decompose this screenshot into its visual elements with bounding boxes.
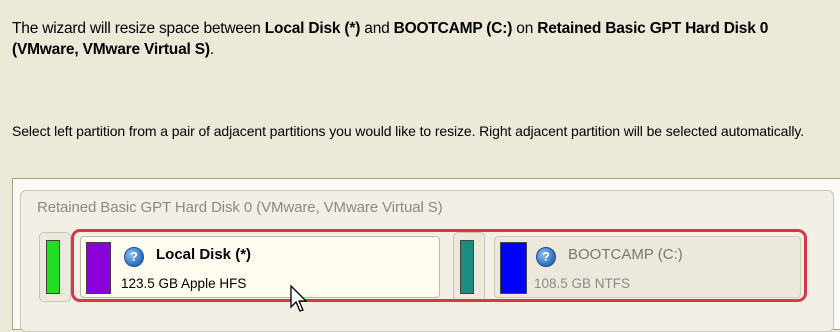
instruction-text: Select left partition from a pair of adj… — [12, 123, 805, 139]
wizard-intro-text: The wizard will resize space between Loc… — [12, 18, 827, 60]
left-partition-name: Local Disk (*) — [264, 20, 361, 37]
selected-pair-outline — [71, 229, 807, 302]
intro-prefix: The wizard will resize space between — [12, 20, 265, 37]
intro-and: and — [360, 20, 394, 37]
mouse-pointer-icon — [290, 284, 310, 320]
disk-group-title: Retained Basic GPT Hard Disk 0 (VMware, … — [37, 199, 443, 216]
right-partition-name: BOOTCAMP (C:) — [393, 20, 513, 37]
intro-on: on — [512, 20, 538, 37]
intro-suffix: . — [209, 41, 214, 58]
partition-green-bar[interactable] — [46, 240, 60, 294]
